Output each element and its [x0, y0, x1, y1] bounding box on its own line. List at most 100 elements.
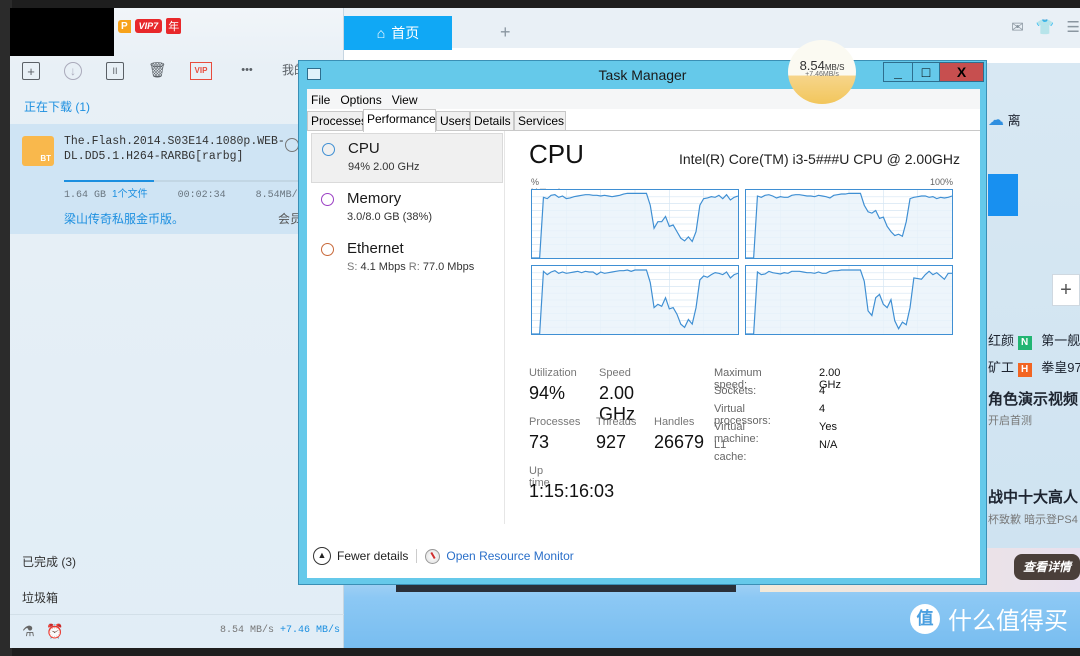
resource-list: CPU 94% 2.00 GHz Memory 3.0/8.0 GB (38%)…: [307, 131, 505, 524]
speed-float-widget[interactable]: 8.54MB/S +7.46MB/s: [788, 40, 856, 104]
status-bar: ⚗ ⏰ 8.54 MB/s +7.46 MB/s: [10, 614, 344, 648]
menu-options[interactable]: Options: [340, 93, 381, 109]
title-bar[interactable]: Task Manager _ □ X: [299, 61, 986, 89]
download-item[interactable]: BT The.Flash.2014.S03E14.1080p.WEB-DL.DD…: [10, 124, 344, 234]
section-trash[interactable]: 垃圾箱: [22, 589, 58, 606]
menu-file[interactable]: File: [311, 93, 330, 109]
home-icon: ⌂: [376, 25, 386, 41]
resource-memory[interactable]: Memory 3.0/8.0 GB (38%): [311, 184, 503, 234]
delete-icon[interactable]: 🗑: [148, 62, 167, 80]
vip-icon[interactable]: VIP: [190, 62, 212, 80]
tab-processes[interactable]: Processes: [307, 111, 367, 131]
processes-label: Processes: [529, 416, 581, 428]
browser-toolbar: ✉ 👕 ☰: [1011, 18, 1080, 36]
section-downloading[interactable]: 正在下载 (1): [24, 98, 90, 115]
footer: ▲ Fewer details Open Resource Monitor: [313, 547, 574, 565]
usage-area: [532, 270, 738, 334]
threads-label: Threads: [596, 416, 637, 428]
lab-icon[interactable]: ⚗: [22, 623, 35, 640]
spec-label: Sockets:: [714, 385, 757, 397]
tab-services[interactable]: Services: [514, 111, 566, 131]
news-headline[interactable]: 角色演示视频: [988, 388, 1080, 409]
close-button[interactable]: X: [939, 62, 984, 82]
core-graph-2: [745, 189, 953, 259]
shirt-icon[interactable]: 👕: [1036, 18, 1055, 36]
cloud-icon: ☁: [988, 112, 1004, 129]
menu-bar: File Options View: [307, 89, 980, 109]
news-sub: 开启首测: [988, 415, 1032, 427]
usage-area: [532, 193, 738, 258]
download-manager-window: P VIP7 年 + ↓ II 🗑 VIP ••• 我的 正在下载 (1) BT…: [10, 8, 344, 648]
ethernet-indicator-icon: [321, 243, 334, 256]
spec-value: Yes: [819, 421, 837, 433]
processes-value: 73: [529, 432, 550, 452]
section-completed[interactable]: 已完成 (3): [22, 553, 76, 570]
hot-badge: H: [1017, 363, 1032, 377]
tab-performance[interactable]: Performance: [363, 109, 436, 132]
blue-action-button[interactable]: [988, 174, 1018, 216]
new-badge: N: [1017, 336, 1032, 350]
play-icon[interactable]: [285, 138, 299, 152]
new-task-button[interactable]: +: [22, 62, 40, 80]
speed-label: Speed: [599, 367, 631, 379]
utilization-label: Utilization: [529, 367, 577, 379]
spec-value: 4: [819, 403, 826, 415]
handles-value: 26679: [654, 432, 705, 452]
menu-icon[interactable]: ☰: [1067, 18, 1080, 36]
cpu-indicator-icon: [322, 143, 335, 156]
usage-area: [746, 193, 952, 258]
spec-value: N/A: [819, 439, 838, 451]
task-manager-window: Task Manager _ □ X File Options View Pro…: [298, 60, 987, 585]
download-name: The.Flash.2014.S03E14.1080p.WEB-DL.DD5.1…: [64, 135, 285, 163]
minimize-button[interactable]: _: [883, 62, 913, 82]
resource-monitor-icon: [425, 548, 441, 564]
redacted-user-area: [10, 8, 114, 56]
utilization-value: 94%: [529, 383, 566, 403]
folder-icon: BT: [22, 136, 54, 166]
divider: [416, 549, 418, 563]
new-tab-button[interactable]: +: [500, 22, 511, 43]
maximize-button[interactable]: □: [912, 62, 940, 82]
chevron-up-icon[interactable]: ▲: [313, 547, 331, 565]
progress-fill: [64, 180, 154, 182]
news-item[interactable]: 矿工 H 拳皇97: [988, 357, 1080, 377]
fewer-details-button[interactable]: Fewer details: [337, 549, 408, 563]
cloud-item[interactable]: ☁ 离: [988, 110, 1080, 130]
mail-icon[interactable]: ✉: [1011, 18, 1024, 36]
tab-users[interactable]: Users: [436, 111, 471, 131]
total-speed: 8.54 MB/s +7.46 MB/s: [219, 625, 340, 636]
news-headline[interactable]: 战中十大高人 今: [988, 486, 1080, 507]
news-item[interactable]: 红颜 N 第一舰队: [988, 330, 1080, 350]
core-graph-1: [531, 189, 739, 259]
memory-indicator-icon: [321, 193, 334, 206]
download-toolbar: + ↓ II 🗑 VIP ••• 我的: [22, 62, 306, 80]
spec-value: 4: [819, 385, 826, 397]
cpu-model: Intel(R) Core(TM) i3-5###U CPU @ 2.00GHz: [678, 151, 960, 167]
tab-home[interactable]: ⌂ 首页: [344, 16, 452, 50]
view-details-button[interactable]: 查看详情: [1014, 554, 1080, 580]
pause-button[interactable]: II: [106, 62, 124, 80]
smzdm-logo-icon: 值: [910, 603, 940, 634]
resource-ethernet[interactable]: Ethernet S: 4.1 Mbps R: 77.0 Mbps: [311, 234, 503, 284]
download-icon[interactable]: ↓: [64, 62, 82, 80]
menu-view[interactable]: View: [392, 93, 418, 109]
tab-bar: Processes Performance Users Details Serv…: [307, 109, 980, 132]
graph-max-label: 100%: [930, 177, 954, 187]
task-manager-body: File Options View Processes Performance …: [307, 89, 980, 578]
tab-details[interactable]: Details: [470, 111, 514, 131]
core-graph-4: [745, 265, 953, 335]
resource-cpu[interactable]: CPU 94% 2.00 GHz: [311, 133, 503, 183]
uptime-value: 1:15:16:03: [529, 481, 615, 501]
more-icon[interactable]: •••: [236, 62, 258, 80]
cpu-heading: CPU: [529, 139, 584, 169]
spec-label: L1 cache:: [714, 439, 747, 463]
news-sub: 杯致歉 暗示登PS4: [988, 514, 1078, 526]
add-widget-button[interactable]: +: [1052, 274, 1080, 306]
ad-link[interactable]: 梁山传奇私服金币版。: [64, 210, 184, 227]
alarm-icon[interactable]: ⏰: [46, 623, 63, 640]
watermark: 值 什么值得买: [910, 601, 1068, 636]
core-graph-3: [531, 265, 739, 335]
open-resource-monitor-link[interactable]: Open Resource Monitor: [446, 549, 573, 563]
vip-badge[interactable]: P VIP7 年: [118, 18, 182, 34]
threads-value: 927: [596, 432, 627, 452]
